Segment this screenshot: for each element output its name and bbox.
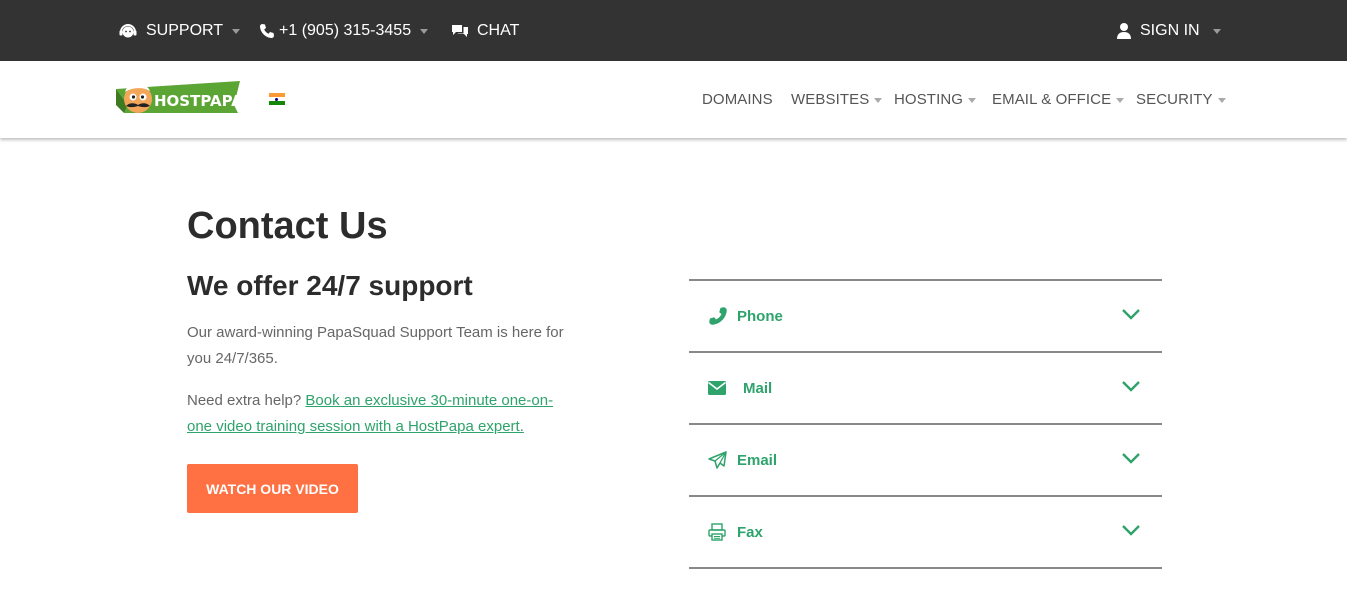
caret-down-icon xyxy=(968,98,977,103)
chevron-down-icon xyxy=(1121,451,1141,470)
nav-email-office-label: EMAIL & OFFICE xyxy=(992,91,1112,108)
top-bar: SUPPORT +1 (905) 315-3455 CHAT SIGN IN xyxy=(0,0,1347,61)
paper-plane-icon xyxy=(708,425,727,495)
india-flag-icon[interactable] xyxy=(269,93,285,105)
sign-in-menu[interactable]: SIGN IN xyxy=(1116,0,1221,61)
chevron-down-icon xyxy=(1121,307,1141,326)
mail-label: Mail xyxy=(743,379,773,397)
extra-help-paragraph: Need extra help? Book an exclusive 30-mi… xyxy=(187,388,567,440)
support-subtitle: We offer 24/7 support xyxy=(187,270,473,301)
phone-icon xyxy=(259,23,275,39)
caret-down-icon xyxy=(420,28,429,34)
caret-down-icon xyxy=(1116,98,1125,103)
extra-help-text: Need extra help? xyxy=(187,392,306,409)
nav-security[interactable]: SECURITY xyxy=(1136,61,1226,138)
hostpapa-logo[interactable]: HOSTPAPA xyxy=(114,75,243,121)
nav-email-office[interactable]: EMAIL & OFFICE xyxy=(992,61,1125,138)
watch-video-button[interactable]: WATCH OUR VIDEO xyxy=(187,464,358,513)
nav-websites[interactable]: WEBSITES xyxy=(791,61,883,138)
support-description: Our award-winning PapaSquad Support Team… xyxy=(187,324,564,367)
nav-websites-label: WEBSITES xyxy=(791,91,870,108)
main-navigation: HOSTPAPA DOMAINS WEBSITES HOSTING EMAIL … xyxy=(0,61,1347,138)
caret-down-icon xyxy=(1217,98,1226,103)
user-icon xyxy=(1116,22,1132,40)
nav-security-label: SECURITY xyxy=(1136,91,1213,108)
chat-link[interactable]: CHAT xyxy=(451,0,519,61)
headset-icon xyxy=(118,22,138,40)
accordion-email[interactable]: Email xyxy=(689,425,1162,497)
accordion-mail[interactable]: Mail xyxy=(689,353,1162,425)
sign-in-label: SIGN IN xyxy=(1140,21,1200,39)
nav-hosting[interactable]: HOSTING xyxy=(894,61,977,138)
nav-domains[interactable]: DOMAINS xyxy=(702,61,773,138)
fax-label: Fax xyxy=(737,523,763,541)
chat-bubbles-icon xyxy=(451,23,469,39)
fax-icon xyxy=(708,497,726,567)
envelope-icon xyxy=(708,353,726,423)
svg-text:HOSTPAPA: HOSTPAPA xyxy=(154,92,242,110)
phone-label: Phone xyxy=(737,307,783,325)
nav-hosting-label: HOSTING xyxy=(894,91,964,108)
caret-down-icon xyxy=(874,98,883,103)
phone-menu[interactable]: +1 (905) 315-3455 xyxy=(259,0,429,61)
accordion-phone[interactable]: Phone xyxy=(689,281,1162,353)
chat-label: CHAT xyxy=(477,21,520,39)
email-label: Email xyxy=(737,451,778,469)
accordion-fax[interactable]: Fax xyxy=(689,497,1162,569)
chevron-down-icon xyxy=(1121,523,1141,542)
nav-domains-label: DOMAINS xyxy=(702,91,773,108)
caret-down-icon xyxy=(232,28,241,34)
support-label: SUPPORT xyxy=(146,21,224,39)
phone-icon xyxy=(708,281,728,351)
caret-down-icon xyxy=(1212,28,1221,34)
support-menu[interactable]: SUPPORT xyxy=(118,0,241,61)
page-title: Contact Us xyxy=(187,205,388,247)
chevron-down-icon xyxy=(1121,379,1141,398)
contact-methods-accordion: Phone Mail Email Fax xyxy=(689,279,1162,569)
phone-number: +1 (905) 315-3455 xyxy=(279,21,412,39)
